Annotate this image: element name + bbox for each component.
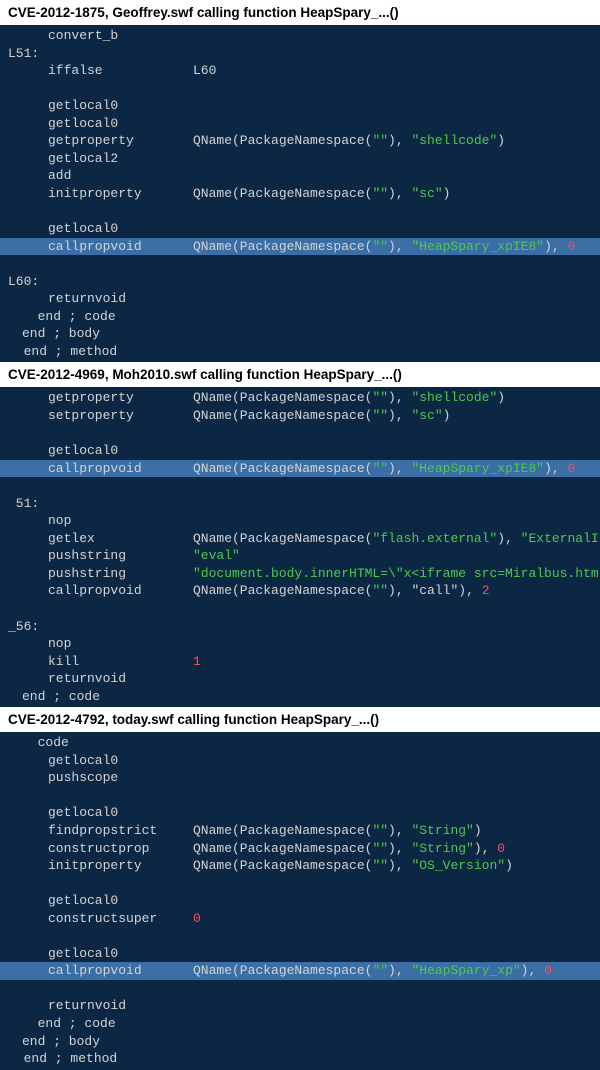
code-line bbox=[0, 255, 600, 273]
section-title: CVE-2012-4792, today.swf calling functio… bbox=[0, 707, 600, 732]
code-line: pushstring"eval" bbox=[0, 547, 600, 565]
code-line: end ; code bbox=[0, 1015, 600, 1033]
code-line: callpropvoidQName(PackageNamespace(""), … bbox=[0, 238, 600, 256]
code-line: end ; method bbox=[0, 1050, 600, 1068]
code-line: getpropertyQName(PackageNamespace(""), "… bbox=[0, 132, 600, 150]
code-line bbox=[0, 787, 600, 805]
code-line bbox=[0, 424, 600, 442]
code-line: end ; method bbox=[0, 343, 600, 361]
code-line bbox=[0, 875, 600, 893]
code-line: nop bbox=[0, 635, 600, 653]
code-line: returnvoid bbox=[0, 290, 600, 308]
code-line: _56: bbox=[0, 618, 600, 636]
code-block: getpropertyQName(PackageNamespace(""), "… bbox=[0, 387, 600, 707]
section-title: CVE-2012-1875, Geoffrey.swf calling func… bbox=[0, 0, 600, 25]
code-line: getlocal0 bbox=[0, 442, 600, 460]
code-line: getlocal0 bbox=[0, 945, 600, 963]
code-line: getlocal0 bbox=[0, 220, 600, 238]
code-line: callpropvoidQName(PackageNamespace(""), … bbox=[0, 962, 600, 980]
code-line: iffalseL60 bbox=[0, 62, 600, 80]
code-line: end ; body bbox=[0, 1033, 600, 1051]
code-line bbox=[0, 80, 600, 98]
code-line: getlocal0 bbox=[0, 804, 600, 822]
code-line bbox=[0, 477, 600, 495]
code-line: getlocal0 bbox=[0, 752, 600, 770]
code-line: kill1 bbox=[0, 653, 600, 671]
code-line: getlocal2 bbox=[0, 150, 600, 168]
code-line: initpropertyQName(PackageNamespace(""), … bbox=[0, 857, 600, 875]
code-line: L51: bbox=[0, 45, 600, 63]
code-line: code bbox=[0, 734, 600, 752]
code-line: getlexQName(PackageNamespace("flash.exte… bbox=[0, 530, 600, 548]
code-line: getlocal0 bbox=[0, 892, 600, 910]
code-line: L60: bbox=[0, 273, 600, 291]
code-line: end ; code bbox=[0, 688, 600, 706]
code-line bbox=[0, 202, 600, 220]
code-line: returnvoid bbox=[0, 997, 600, 1015]
code-line bbox=[0, 927, 600, 945]
code-line: findpropstrictQName(PackageNamespace("")… bbox=[0, 822, 600, 840]
code-line: add bbox=[0, 167, 600, 185]
code-line: constructpropQName(PackageNamespace(""),… bbox=[0, 840, 600, 858]
code-line: setpropertyQName(PackageNamespace(""), "… bbox=[0, 407, 600, 425]
code-line: pushscope bbox=[0, 769, 600, 787]
code-line: callpropvoidQName(PackageNamespace(""), … bbox=[0, 460, 600, 478]
code-line: nop bbox=[0, 512, 600, 530]
code-block: codegetlocal0pushscope getlocal0findprop… bbox=[0, 732, 600, 1069]
section-title: CVE-2012-4969, Moh2010.swf calling funct… bbox=[0, 362, 600, 387]
code-line: end ; body bbox=[0, 325, 600, 343]
code-line: getlocal0 bbox=[0, 97, 600, 115]
code-line: pushstring"document.body.innerHTML=\"x<i… bbox=[0, 565, 600, 583]
code-line: callpropvoidQName(PackageNamespace(""), … bbox=[0, 582, 600, 600]
code-line: end ; code bbox=[0, 308, 600, 326]
code-line: getpropertyQName(PackageNamespace(""), "… bbox=[0, 389, 600, 407]
code-line: constructsuper0 bbox=[0, 910, 600, 928]
code-block: convert_bL51:iffalseL60 getlocal0getloca… bbox=[0, 25, 600, 362]
code-line bbox=[0, 600, 600, 618]
code-line: convert_b bbox=[0, 27, 600, 45]
code-line: initpropertyQName(PackageNamespace(""), … bbox=[0, 185, 600, 203]
code-line: returnvoid bbox=[0, 670, 600, 688]
code-line: getlocal0 bbox=[0, 115, 600, 133]
code-line: 51: bbox=[0, 495, 600, 513]
